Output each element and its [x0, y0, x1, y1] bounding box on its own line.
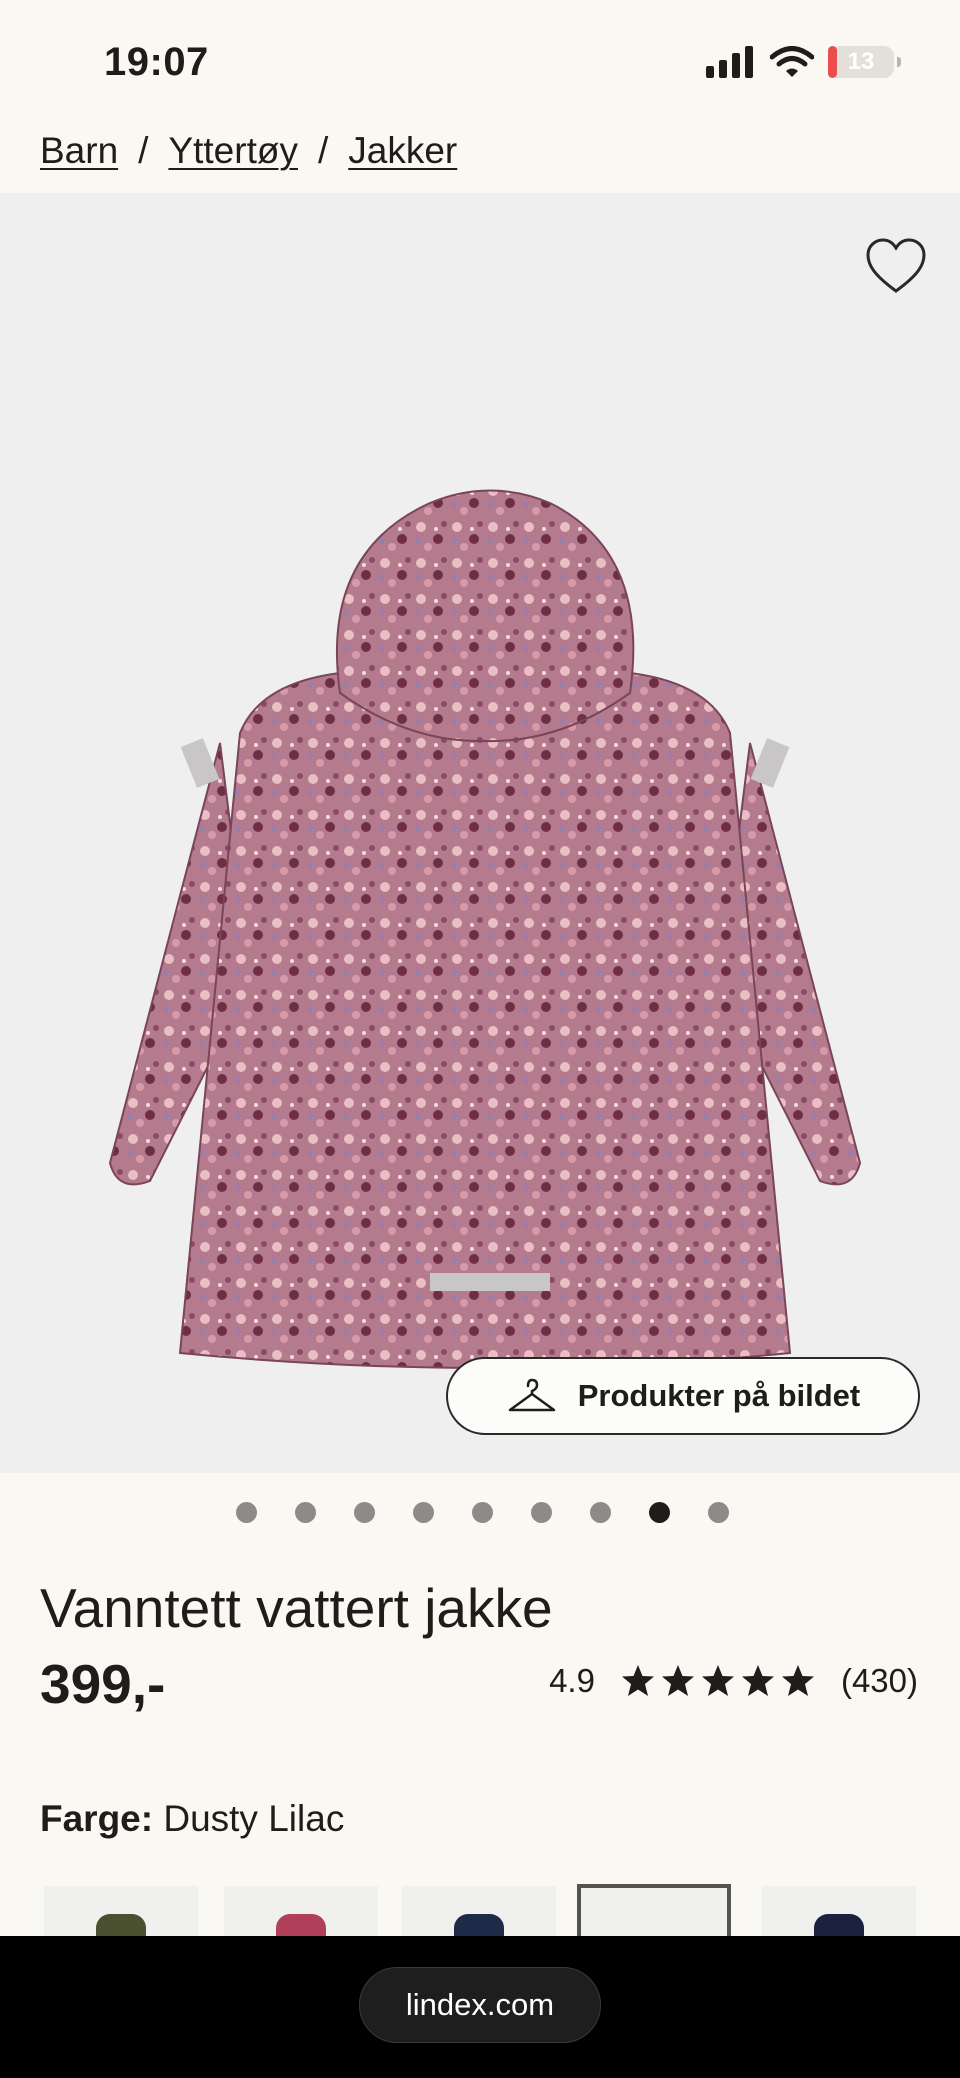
- wifi-icon: [770, 46, 814, 77]
- carousel-dot[interactable]: [648, 1502, 670, 1523]
- product-price: 399,-: [40, 1653, 166, 1715]
- color-swatch[interactable]: [577, 1884, 731, 1936]
- swatch-jacket-thumbnail: [96, 1914, 146, 1936]
- battery-indicator: 13: [828, 46, 901, 78]
- carousel-dot[interactable]: [235, 1502, 257, 1523]
- breadcrumb-item-barn[interactable]: Barn: [40, 130, 118, 172]
- star-icon: [621, 1665, 654, 1696]
- star-icon: [701, 1665, 734, 1696]
- color-value: Dusty Lilac: [163, 1798, 345, 1839]
- cellular-signal-icon: [706, 46, 753, 78]
- product-image[interactable]: Produkter på bildet: [0, 193, 960, 1473]
- jacket-image: [108, 489, 862, 1369]
- breadcrumb-separator: /: [138, 130, 149, 171]
- breadcrumb-item-yttertoy[interactable]: Yttertøy: [168, 130, 298, 172]
- products-in-image-button[interactable]: Produkter på bildet: [446, 1357, 920, 1435]
- color-swatch[interactable]: [224, 1886, 378, 1936]
- url-bar[interactable]: lindex.com: [359, 1967, 601, 2043]
- product-rating[interactable]: 4.9 (430): [549, 1662, 918, 1700]
- status-icons: 13: [706, 46, 901, 78]
- carousel-dot[interactable]: [530, 1502, 552, 1523]
- browser-bar: lindex.com: [0, 1936, 960, 2078]
- heart-outline-icon[interactable]: [864, 235, 928, 299]
- battery-level: 13: [847, 48, 875, 75]
- color-selection-label: Farge: Dusty Lilac: [40, 1798, 344, 1840]
- carousel-dot[interactable]: [589, 1502, 611, 1523]
- product-title: Vanntett vattert jakke: [40, 1577, 553, 1639]
- carousel-dot[interactable]: [412, 1502, 434, 1523]
- swatch-jacket-thumbnail: [454, 1914, 504, 1936]
- status-bar: 19:07 13: [0, 0, 960, 120]
- breadcrumb-separator: /: [317, 130, 329, 171]
- color-swatch[interactable]: [44, 1886, 198, 1936]
- star-icon: [781, 1665, 814, 1696]
- color-swatches: [44, 1884, 960, 1936]
- carousel-dot[interactable]: [471, 1502, 493, 1523]
- rating-value: 4.9: [549, 1662, 595, 1699]
- carousel-dot[interactable]: [294, 1502, 316, 1523]
- color-swatch[interactable]: [762, 1886, 916, 1936]
- review-count: (430): [840, 1662, 918, 1699]
- swatch-jacket-thumbnail: [276, 1914, 326, 1936]
- color-label: Farge:: [40, 1798, 154, 1839]
- breadcrumb-item-jakker[interactable]: Jakker: [348, 130, 457, 172]
- star-icon: [661, 1665, 694, 1696]
- battery-nub: [897, 57, 901, 67]
- star-icon: [741, 1665, 774, 1696]
- rating-stars: [621, 1664, 815, 1698]
- products-in-image-label: Produkter på bildet: [577, 1378, 861, 1413]
- breadcrumb: Barn / Yttertøy / Jakker: [40, 130, 457, 172]
- carousel-dot[interactable]: [707, 1502, 729, 1523]
- color-swatch[interactable]: [402, 1886, 556, 1936]
- carousel-dots: [0, 1502, 960, 1523]
- hanger-icon: [508, 1378, 555, 1412]
- status-time: 19:07: [104, 40, 209, 84]
- swatch-jacket-thumbnail: [814, 1914, 864, 1936]
- carousel-dot[interactable]: [353, 1502, 375, 1523]
